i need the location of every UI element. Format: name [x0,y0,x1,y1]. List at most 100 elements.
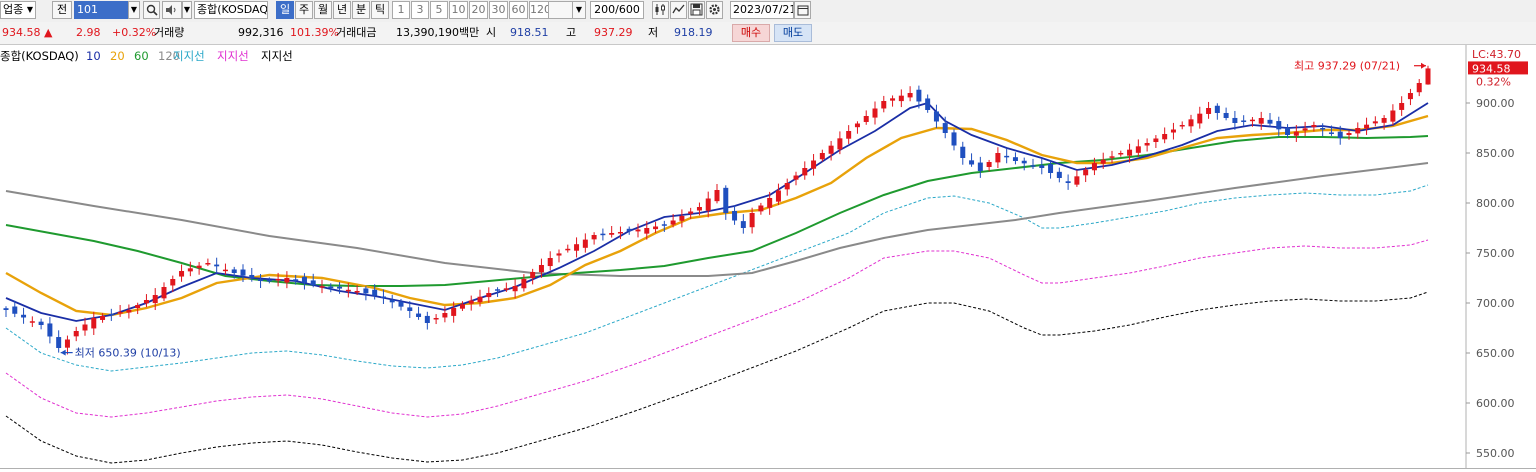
candle-body [846,131,852,139]
interval-tab-5[interactable]: 30 [489,1,508,19]
candle-body [951,132,957,146]
candle-body [451,308,457,316]
interval-tab-0[interactable]: 1 [392,1,410,19]
speaker-icon[interactable] [162,1,182,19]
period-tab-5[interactable]: 틱 [371,1,389,19]
interval-tab-2[interactable]: 5 [430,1,448,19]
candle-body [468,300,474,304]
candle-body [705,198,711,211]
up-arrow-icon: ▲ [44,26,53,39]
period-tab-2[interactable]: 월 [314,1,332,19]
calendar-icon[interactable] [794,1,811,19]
candle-body [1170,129,1176,133]
gear-icon[interactable] [706,1,723,19]
volume-ratio: 101.39% [290,26,339,39]
interval-tab-1[interactable]: 3 [411,1,429,19]
market-type-select[interactable]: 업종 ▼ [0,1,36,19]
y-tick-label: 900.00 [1476,97,1515,110]
period-tab-0[interactable]: 일 [276,1,294,19]
candle-body [644,228,650,234]
candle-body [1328,132,1334,134]
sell-button[interactable]: 매도 [774,24,812,42]
candle-body [1030,165,1036,167]
legend-support-3: 지지선 [261,49,293,63]
low-label: 저 [648,26,659,39]
legend-ma-10: 10 [86,49,101,63]
lc-label: LC:43.70 [1472,48,1521,61]
support-line-3 [5,291,1429,464]
candle-body [819,153,825,160]
candle-body [1267,119,1273,124]
index-name-field: 종합(KOSDAQ) [194,1,268,19]
candle-body [1214,105,1220,113]
count-display[interactable]: 200/600 [590,1,644,19]
candle-body [258,279,264,281]
interval-tab-4[interactable]: 20 [469,1,488,19]
candle-body [1048,164,1054,173]
candle-body [995,153,1001,163]
candle-body [758,205,764,212]
ma60-line [5,135,1429,287]
candle-body [486,293,492,298]
period-tab-4[interactable]: 분 [352,1,370,19]
buy-button[interactable]: 매수 [732,24,770,42]
candle-body [749,213,755,228]
candle-body [161,287,167,299]
candle-body [91,318,97,329]
candle-body [152,295,158,304]
candle-body [933,111,939,122]
candle-body [495,289,501,291]
candle-body [354,291,360,293]
interval-tab-6[interactable]: 60 [509,1,528,19]
y-tick-label: 700.00 [1476,297,1515,310]
candle-type-icon[interactable] [652,1,669,19]
date-input[interactable]: 2023/07/21 [730,1,794,19]
save-icon[interactable] [688,1,705,19]
candle-body [1056,171,1062,178]
price-change: 2.98 [76,26,101,39]
price-change-pct: +0.32% [112,26,157,39]
candle-body [1364,124,1370,129]
candle-body [925,98,931,110]
price-chart[interactable]: 900.00 850.00 800.00 750.00 700.00 650.00 600.… [0,45,1536,469]
candle-body [1390,110,1396,122]
candle-body [837,138,843,150]
candle-body [1144,143,1150,146]
support-line-1 [5,184,1429,372]
candle-body [442,313,448,318]
candle-body [12,306,18,314]
interval-tab-3[interactable]: 10 [449,1,468,19]
candle-body [477,296,483,303]
candle-body [1311,125,1317,128]
candle-body [942,123,948,133]
speaker-dropdown-icon[interactable]: ▼ [182,1,192,19]
period-tab-1[interactable]: 주 [295,1,313,19]
candle-body [547,258,553,267]
legend-index-name: 종합(KOSDAQ) [0,49,79,63]
candle-body [802,168,808,176]
candle-body [1188,119,1194,127]
amount-label: 거래대금 [336,26,377,39]
candle-body [1162,134,1168,140]
last-price-tag-text: 934.58 [1472,62,1511,75]
candle-body [1320,128,1326,130]
prev-button[interactable]: 전 [52,1,72,19]
candle-body [775,190,781,202]
code-dropdown-icon[interactable]: ▼ [128,1,140,19]
period-tab-3[interactable]: 년 [333,1,351,19]
candle-body [249,274,255,279]
search-icon[interactable] [143,1,160,19]
candle-body [179,271,185,277]
candle-body [1285,127,1291,135]
candle-body [214,264,220,267]
open-label: 시 [486,26,497,39]
candle-body [591,235,597,240]
line-chart-icon[interactable] [670,1,687,19]
chart-canvas[interactable]: 900.00850.00800.00750.00700.00650.00600.… [0,45,1536,469]
code-input[interactable]: 101 [74,1,128,19]
candle-body [863,116,869,122]
interval-dropdown-icon[interactable]: ▼ [572,1,586,19]
candle-body [319,286,325,288]
legend-ma-60: 60 [134,49,149,63]
candle-body [679,216,685,221]
